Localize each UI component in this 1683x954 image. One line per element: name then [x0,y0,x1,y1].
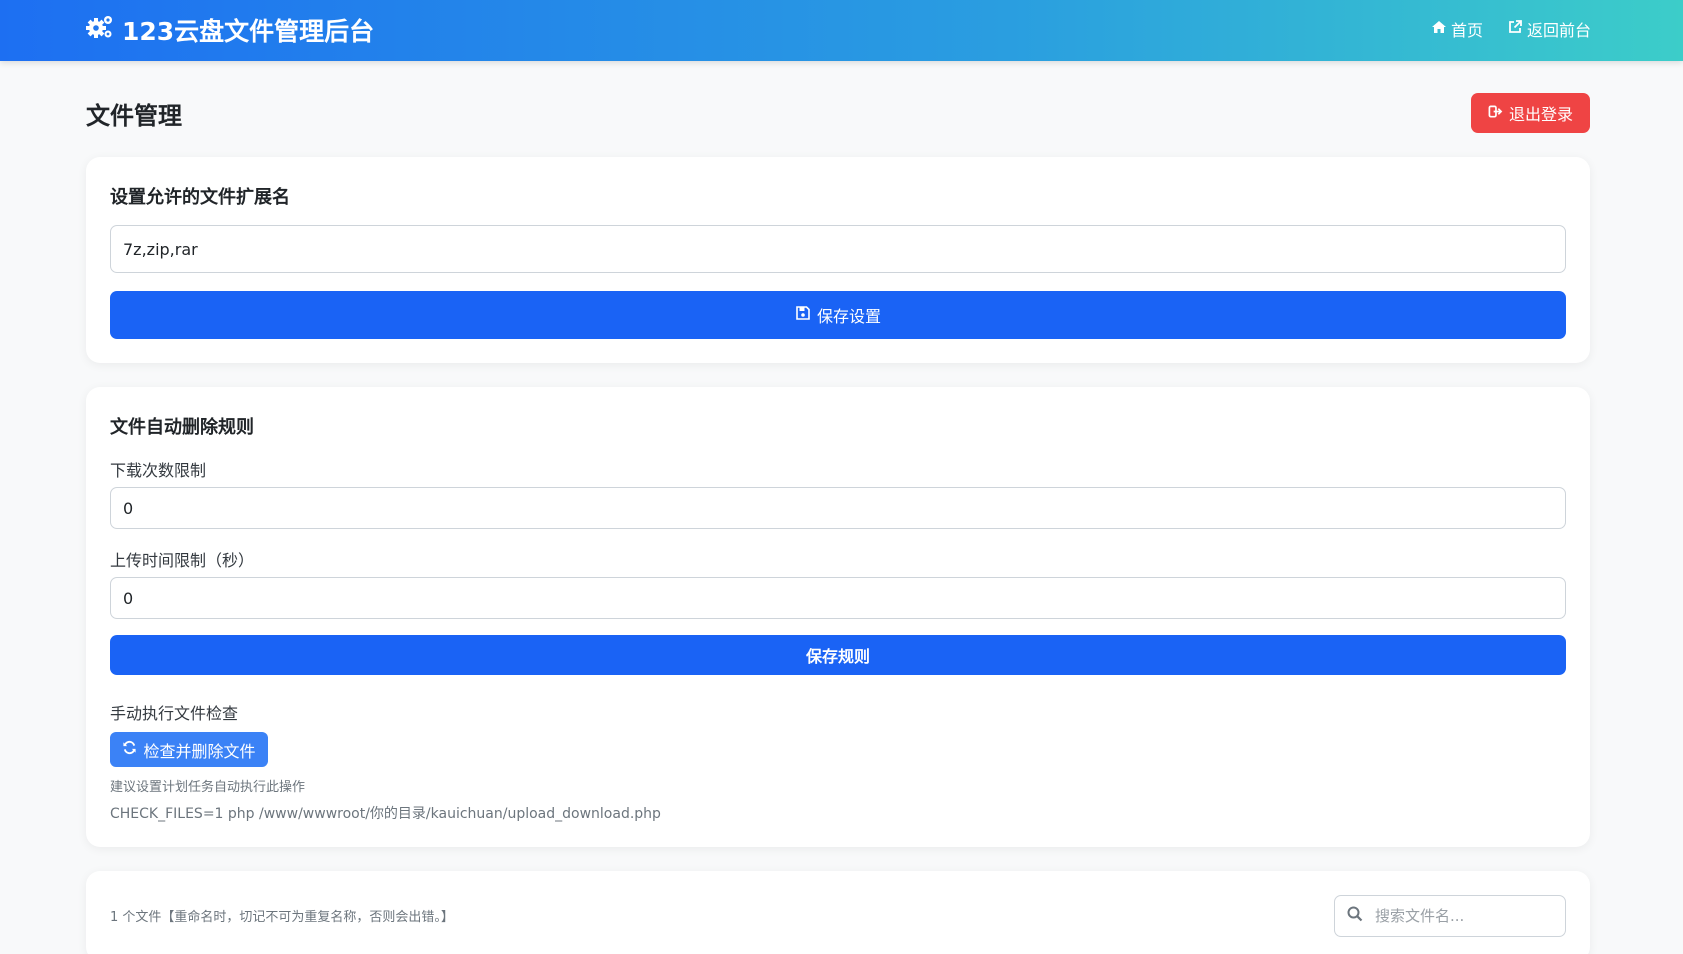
auto-delete-title: 文件自动删除规则 [110,417,254,438]
logout-label: 退出登录 [1508,105,1573,124]
home-icon [1431,19,1447,39]
upload-time-label: 上传时间限制（秒） [110,551,255,570]
cron-command: CHECK_FILES=1 php /www/wwwroot/你的目录/kaui… [110,806,661,822]
search-box [1334,895,1566,937]
upload-time-input[interactable]: 0 [110,577,1566,619]
sync-icon [122,740,137,759]
nav-home-link[interactable]: 首页 [1431,16,1483,42]
save-rules-label: 保存规则 [805,647,870,666]
extensions-card: 设置允许的文件扩展名 7z,zip,rar 保存设置 [86,157,1590,363]
search-input[interactable] [1375,907,1555,925]
file-list-card: 1 个文件【重命名时，切记不可为重复名称，否则会出错。】 [86,871,1590,954]
download-limit-label: 下载次数限制 [110,461,207,480]
logout-button[interactable]: 退出登录 [1471,93,1590,133]
check-delete-label: 检查并删除文件 [143,741,256,761]
file-count: 1 个文件【重命名时，切记不可为重复名称，否则会出错。】 [110,910,454,925]
page-title: 文件管理 [86,102,182,130]
top-navbar: 123云盘文件管理后台 首页 返回前台 [0,0,1683,61]
download-limit-input[interactable]: 0 [110,487,1566,529]
brand-title: 123云盘文件管理后台 [122,17,375,46]
nav-home-label: 首页 [1450,21,1483,40]
top-nav: 首页 返回前台 [1431,16,1591,42]
search-icon [1347,906,1363,926]
sign-out-icon [1488,104,1503,123]
auto-delete-card: 文件自动删除规则 下载次数限制 0 上传时间限制（秒） 0 保存规则 手动执行文… [86,387,1590,847]
extensions-title: 设置允许的文件扩展名 [110,187,290,208]
check-delete-button[interactable]: 检查并删除文件 [110,732,268,767]
external-link-icon [1507,19,1523,39]
nav-frontend-link[interactable]: 返回前台 [1507,16,1591,42]
save-icon [795,305,811,325]
extensions-input[interactable]: 7z,zip,rar [110,225,1566,273]
brand[interactable]: 123云盘文件管理后台 [86,12,374,48]
nav-frontend-label: 返回前台 [1526,21,1591,40]
save-rules-button[interactable]: 保存规则 [110,635,1566,675]
save-settings-button[interactable]: 保存设置 [110,291,1566,339]
cron-hint: 建议设置计划任务自动执行此操作 [110,780,306,795]
manual-check-label: 手动执行文件检查 [110,704,239,723]
save-settings-label: 保存设置 [816,307,881,326]
cogs-icon [86,13,114,47]
